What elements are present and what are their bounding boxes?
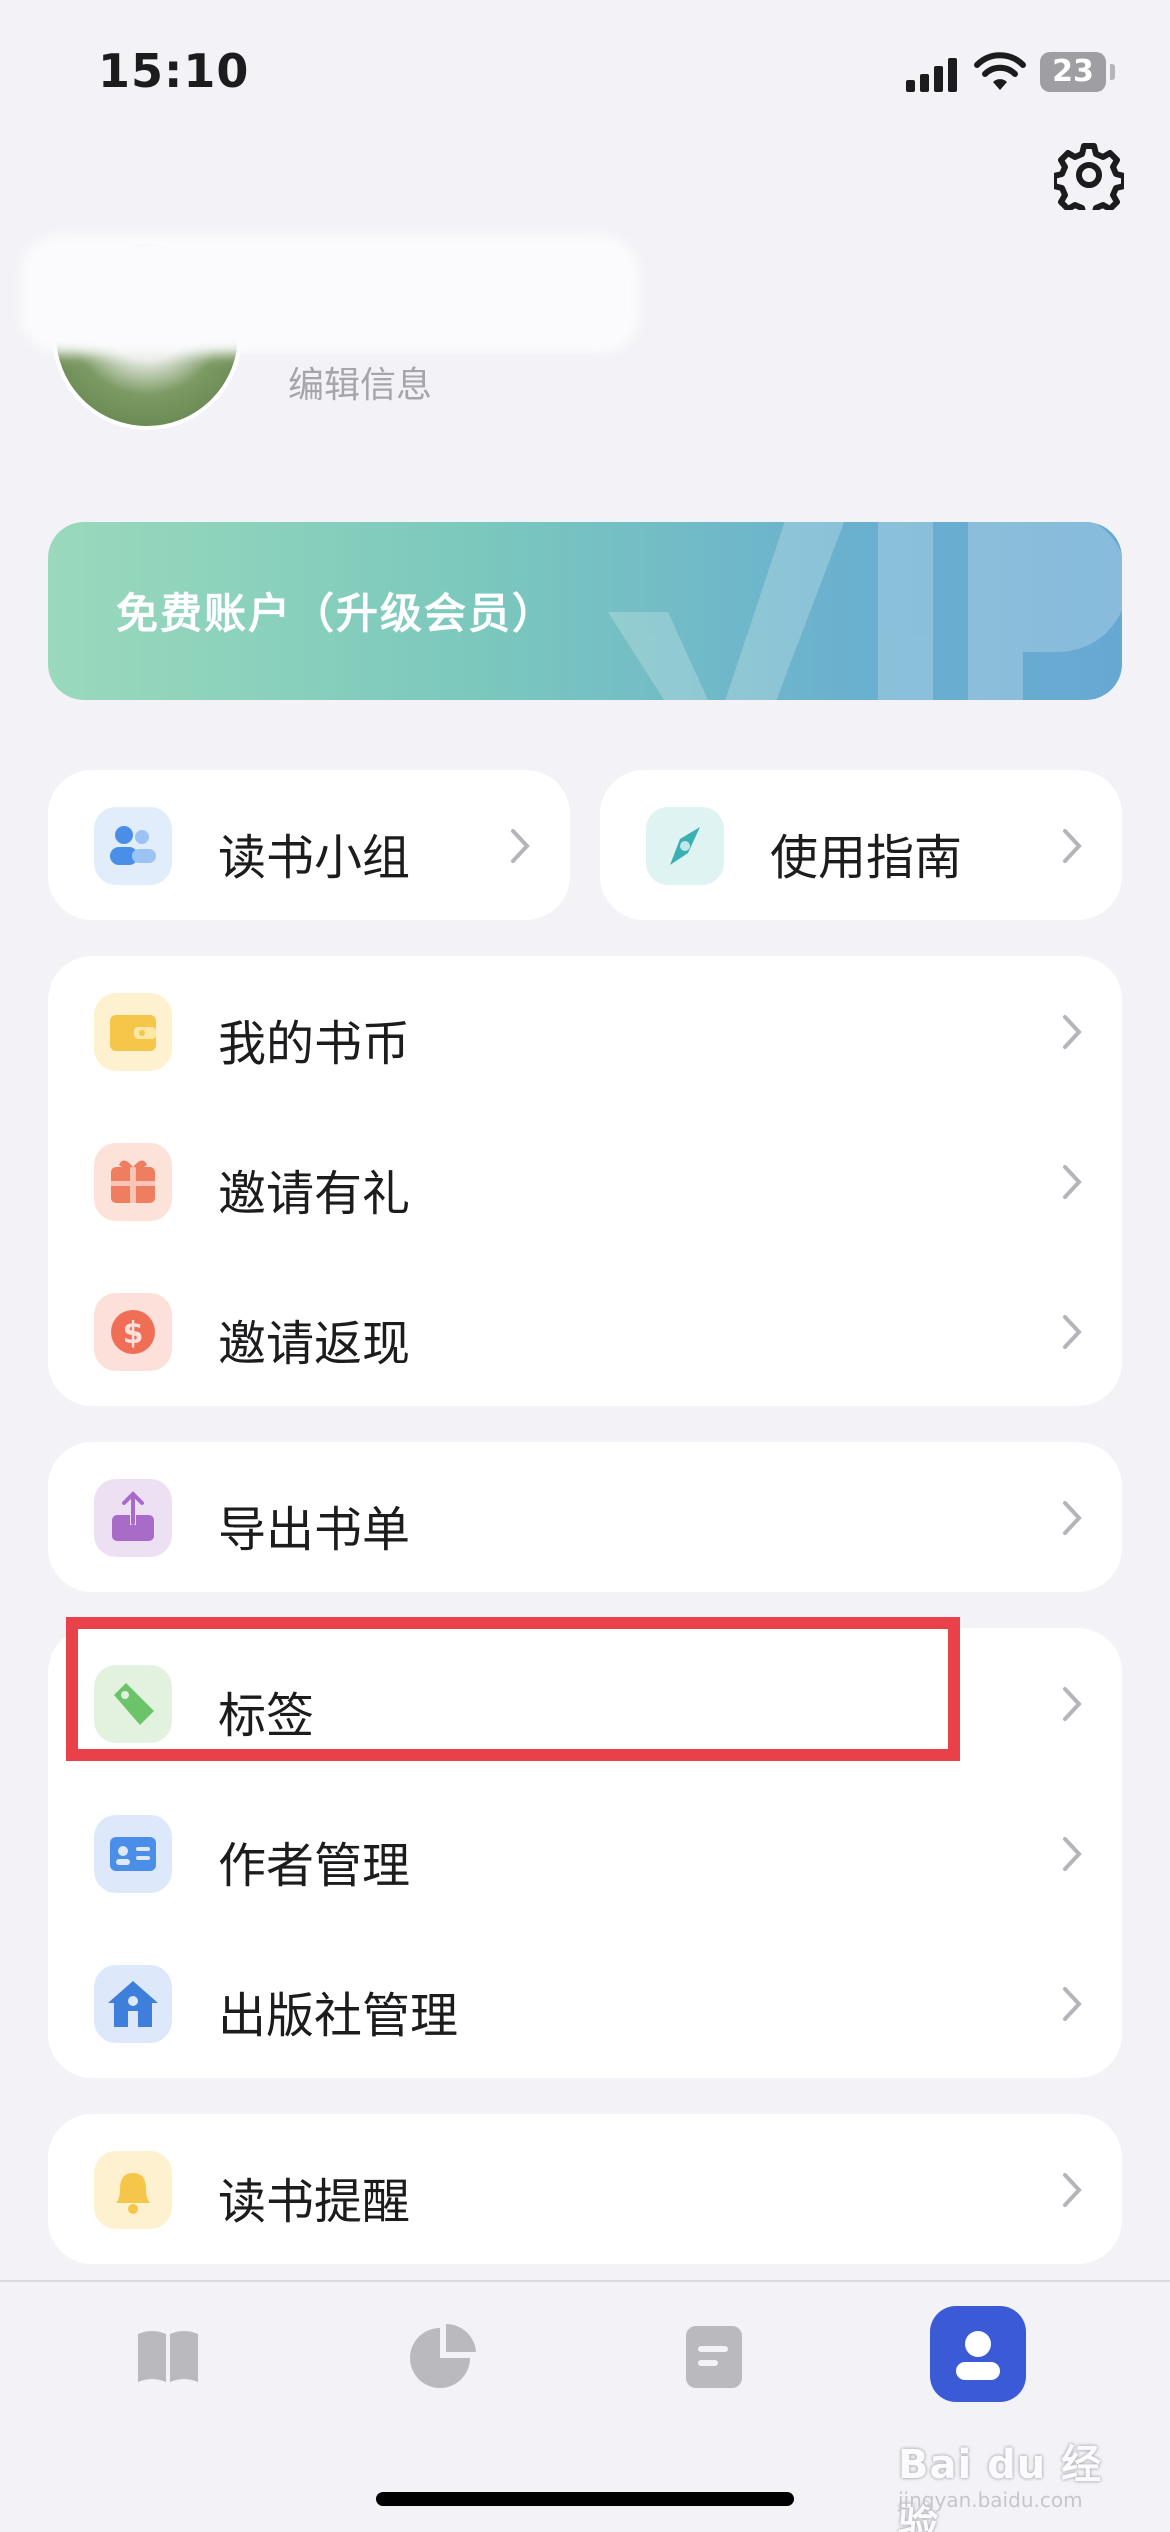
menu-item-publisher-management[interactable]: 出版社管理 <box>48 1928 1122 2078</box>
vip-watermark-graphic <box>608 522 1122 700</box>
vip-status-label: 免费账户（升级会员） <box>116 589 557 638</box>
publisher-house-icon <box>94 1965 172 2043</box>
row[interactable]: 使用指南 <box>600 770 1122 920</box>
profile-icon <box>956 2331 1000 2380</box>
menu-item-invite-cashback[interactable]: $ 邀请返现 <box>48 1256 1122 1406</box>
quick-link-user-guide[interactable]: 使用指南 <box>600 770 1122 920</box>
account-menu-card: 我的书币 邀请有礼 $ 邀请返现 <box>48 956 1122 1406</box>
battery-icon: 23 <box>1040 52 1106 92</box>
row-label: 读书小组 <box>218 830 411 886</box>
chevron-right-icon <box>1063 1315 1082 1349</box>
quick-link-reading-group[interactable]: 读书小组 <box>48 770 570 920</box>
chevron-right-icon <box>1063 1165 1082 1199</box>
menu-item-reading-reminder[interactable]: 读书提醒 <box>48 2114 1122 2264</box>
compass-icon <box>646 807 724 885</box>
chevron-right-icon <box>1063 1501 1082 1535</box>
profile-header[interactable]: 编辑信息 <box>20 234 672 440</box>
export-icon <box>94 1479 172 1557</box>
chevron-right-icon <box>1063 1687 1082 1721</box>
group-icon <box>94 807 172 885</box>
row-label: 读书提醒 <box>218 2174 411 2230</box>
tab-bookshelf-icon[interactable] <box>118 2306 218 2406</box>
annotation-highlight-box <box>66 1617 960 1761</box>
row-label: 出版社管理 <box>218 1988 459 2044</box>
chevron-right-icon <box>1063 829 1082 863</box>
row-label: 使用指南 <box>770 830 963 886</box>
edit-info-link[interactable]: 编辑信息 <box>288 356 432 408</box>
chevron-right-icon <box>511 829 530 863</box>
menu-item-export-booklist[interactable]: 导出书单 <box>48 1442 1122 1592</box>
row[interactable]: 读书小组 <box>48 770 570 920</box>
menu-item-invite-gift[interactable]: 邀请有礼 <box>48 1106 1122 1256</box>
cellular-signal-icon <box>906 58 958 92</box>
menu-item-author-management[interactable]: 作者管理 <box>48 1778 1122 1928</box>
watermark-text: Bai du 经验 <box>898 2442 1103 2532</box>
row-label: 邀请有礼 <box>218 1166 411 1222</box>
reminder-menu-card: 读书提醒 <box>48 2114 1122 2264</box>
export-menu-card: 导出书单 <box>48 1442 1122 1592</box>
redacted-username <box>20 234 640 354</box>
bell-icon <box>94 2151 172 2229</box>
row-label: 导出书单 <box>218 1502 411 1558</box>
battery-level: 23 <box>1052 54 1094 89</box>
chevron-right-icon <box>1063 2173 1082 2207</box>
status-bar: 15:10 23 <box>0 0 1170 150</box>
gift-icon <box>94 1143 172 1221</box>
row-label: 我的书币 <box>218 1016 411 1072</box>
chevron-right-icon <box>1063 1987 1082 2021</box>
tab-notes-icon[interactable] <box>664 2306 764 2406</box>
id-card-icon <box>94 1815 172 1893</box>
dollar-icon: $ <box>94 1293 172 1371</box>
status-time: 15:10 <box>98 44 250 98</box>
tab-profile-active[interactable] <box>930 2306 1026 2402</box>
menu-item-my-coins[interactable]: 我的书币 <box>48 956 1122 1106</box>
row-label: 作者管理 <box>218 1838 411 1894</box>
row-label: 邀请返现 <box>218 1316 411 1372</box>
wallet-icon <box>94 993 172 1071</box>
svg-text:$: $ <box>123 1316 144 1351</box>
watermark-url: jingyan.baidu.com <box>898 2488 1083 2512</box>
battery-tip <box>1110 64 1115 80</box>
chevron-right-icon <box>1063 1837 1082 1871</box>
vip-upgrade-banner[interactable]: 免费账户（升级会员） <box>48 522 1122 700</box>
settings-gear-icon[interactable] <box>1054 140 1124 210</box>
wifi-icon <box>974 52 1026 90</box>
chevron-right-icon <box>1063 1015 1082 1049</box>
tab-stats-icon[interactable] <box>394 2306 494 2406</box>
baidu-jingyan-watermark: Bai du 经验 jingyan.baidu.com <box>898 2398 1118 2532</box>
home-indicator <box>376 2492 794 2506</box>
